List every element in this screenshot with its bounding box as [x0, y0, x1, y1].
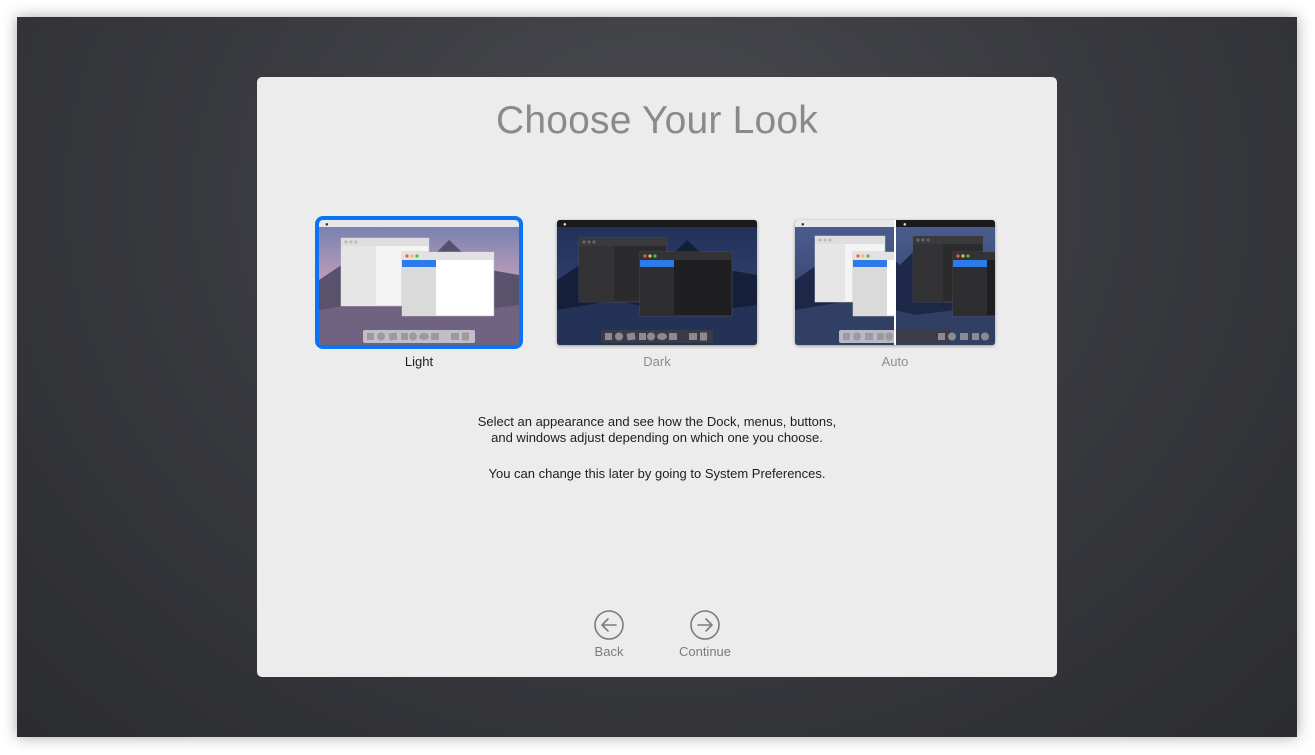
auto-preview-thumbnail: ● ●: [795, 220, 995, 345]
description-line-1: Select an appearance and see how the Doc…: [477, 414, 837, 429]
continue-button[interactable]: Continue: [665, 609, 745, 669]
appearance-option-auto[interactable]: ● ● Auto: [790, 217, 1000, 377]
arrow-right-circle-icon: [690, 610, 720, 640]
option-label: Auto: [881, 354, 909, 369]
svg-text:●: ●: [801, 222, 805, 228]
page-title: Choose Your Look: [496, 99, 818, 142]
option-label: Dark: [643, 354, 671, 369]
option-label: Light: [404, 354, 434, 369]
apple-logo-icon: ●: [325, 222, 329, 228]
dark-preview-thumbnail: ●: [557, 220, 757, 345]
setup-panel: Choose Your Look ● Light ● Dark ● ● Auto…: [257, 77, 1057, 677]
arrow-left-circle-icon: [594, 610, 624, 640]
description-line-2: and windows adjust depending on which on…: [491, 430, 823, 445]
description-line-3: You can change this later by going to Sy…: [488, 466, 826, 481]
light-preview-thumbnail: ●: [315, 216, 523, 349]
appearance-option-dark[interactable]: ● Dark: [552, 217, 762, 377]
continue-button-label: Continue: [678, 644, 732, 659]
setup-screen: Choose Your Look ● Light ● Dark ● ● Auto…: [17, 17, 1297, 737]
back-button[interactable]: Back: [569, 609, 649, 669]
description: Select an appearance and see how the Doc…: [257, 414, 1057, 482]
back-button-label: Back: [594, 644, 624, 659]
appearance-option-light[interactable]: ● Light: [314, 216, 524, 377]
svg-text:●: ●: [903, 222, 907, 228]
svg-text:●: ●: [563, 222, 567, 228]
